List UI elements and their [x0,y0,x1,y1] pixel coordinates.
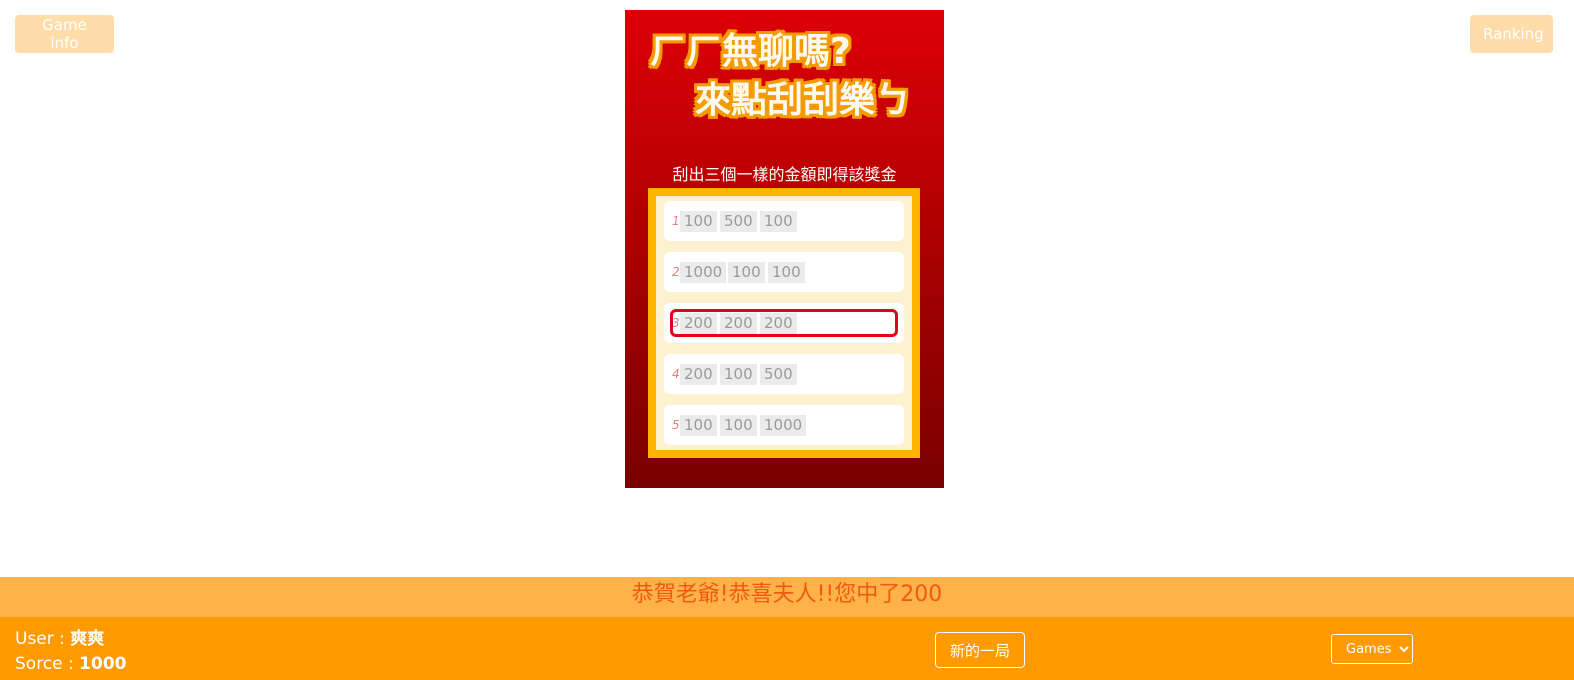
row-number: 4 [672,367,680,381]
title-line-1: ㄏㄏ無聊嗎? [650,31,851,72]
scratch-row-4[interactable]: 4 200 100 500 [664,354,904,394]
scratch-cell[interactable]: 100 [720,415,757,436]
scratch-cell[interactable]: 500 [760,364,797,385]
user-info: User : 爽爽 [15,624,104,649]
instruction-text: 刮出三個一樣的金額即得該獎金 [672,165,897,184]
scratch-cell[interactable]: 100 [768,262,805,283]
games-select[interactable]: Games [1331,634,1413,664]
scratch-cell[interactable]: 200 [680,313,717,334]
game-info-button[interactable]: Game info [15,15,114,53]
footer-bar: User : 爽爽 Sorce : 1000 新的一局 Games [0,617,1574,680]
result-banner: 恭賀老爺!恭喜夫人!!您中了200 [0,577,1574,617]
scratch-board: 1 100 500 100 2 1000 100 100 3 200 200 2… [648,188,920,458]
scratch-card: ㄏㄏ無聊嗎? 來點刮刮樂ㄅ 刮出三個一樣的金額即得該獎金 1 100 500 1… [625,10,944,488]
new-round-button[interactable]: 新的一局 [935,632,1025,668]
scratch-cell[interactable]: 200 [720,313,757,334]
scratch-cell[interactable]: 200 [680,364,717,385]
user-label: User : [15,629,71,649]
scratch-cell[interactable]: 100 [728,262,765,283]
scratch-row-5[interactable]: 5 100 100 1000 [664,405,904,445]
scratch-cell[interactable]: 100 [680,211,717,232]
result-message: 恭賀老爺!恭喜夫人!!您中了200 [631,582,943,607]
row-number: 2 [672,265,680,279]
scratch-row-2[interactable]: 2 1000 100 100 [664,252,904,292]
user-name: 爽爽 [70,629,105,649]
title-line-2: 來點刮刮樂ㄅ [695,80,912,121]
ranking-button[interactable]: Ranking [1470,15,1553,53]
row-number: 1 [672,214,680,228]
score-info: Sorce : 1000 [15,654,126,674]
scratch-cell[interactable]: 500 [720,211,757,232]
scratch-cell[interactable]: 1000 [680,262,727,283]
row-number: 5 [672,418,680,432]
row-number: 3 [672,316,680,330]
scratch-cell[interactable]: 200 [760,313,797,334]
scratch-cell[interactable]: 100 [680,415,717,436]
scratch-cell[interactable]: 100 [720,364,757,385]
scratch-row-3-winning[interactable]: 3 200 200 200 [664,303,904,343]
scratch-cell[interactable]: 100 [760,211,797,232]
score-label: Sorce : [15,654,80,674]
score-value: 1000 [79,654,127,674]
scratch-row-1[interactable]: 1 100 500 100 [664,201,904,241]
scratch-cell[interactable]: 1000 [760,415,807,436]
